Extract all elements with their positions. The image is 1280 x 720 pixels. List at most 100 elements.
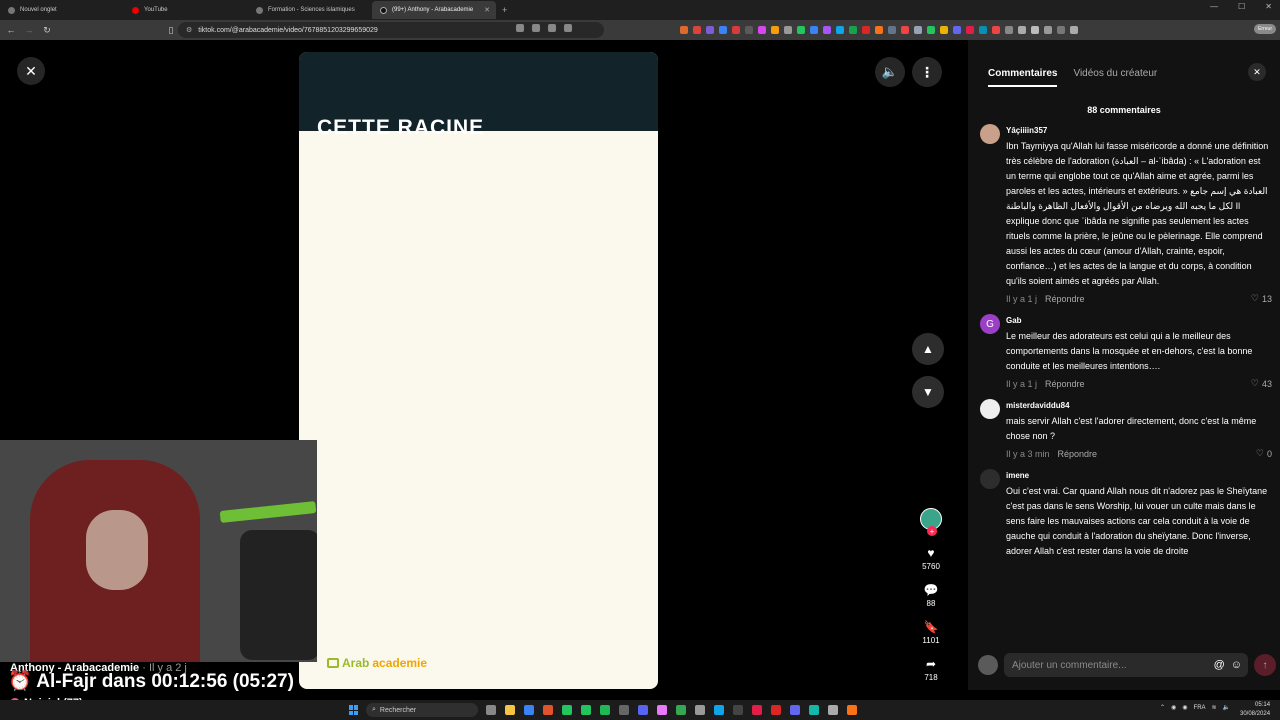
app-icon[interactable] [562,705,572,715]
comment-username[interactable]: misterdaviddu84 [1006,401,1272,410]
close-video-button[interactable]: ✕ [17,57,45,85]
tray-app-icon[interactable]: ◉ [1182,704,1187,711]
site-info-icon[interactable]: ⚙ [186,26,192,34]
avatar[interactable]: G [980,314,1000,334]
previous-video-button[interactable]: ▲ [912,333,944,365]
extension-icon[interactable] [1018,26,1026,34]
tab-comments[interactable]: Commentaires [988,68,1058,87]
close-window-icon[interactable]: ✕ [1265,2,1272,11]
next-video-button[interactable]: ▼ [912,376,944,408]
error-badge[interactable]: Erreur [1254,24,1276,34]
comment-like-button[interactable]: ♡ 13 [1251,293,1272,304]
extension-icon[interactable] [836,26,844,34]
extension-icon[interactable] [1057,26,1065,34]
tab-tiktok[interactable]: (99+) Anthony - Arabacademie ✕ [372,1,496,19]
more-options-button[interactable]: ⋮ [912,57,942,87]
discord-icon[interactable] [638,705,648,715]
app-icon[interactable] [828,705,838,715]
back-icon[interactable]: ← [4,25,18,35]
mention-icon[interactable]: @ [1214,659,1225,671]
comment-like-button[interactable]: ♡ 0 [1256,448,1272,459]
avatar[interactable] [980,124,1000,144]
comment-username[interactable]: Gab [1006,316,1272,325]
comment-username[interactable]: imene [1006,471,1272,480]
avatar[interactable] [980,399,1000,419]
speaker-icon[interactable]: 🔈 [1223,704,1230,711]
maximize-icon[interactable]: ☐ [1238,2,1245,11]
tab-creator-videos[interactable]: Vidéos du créateur [1073,68,1157,87]
app-icon[interactable] [695,705,705,715]
comment-action[interactable]: 💬 88 [924,583,939,608]
extension-icon[interactable] [914,26,922,34]
close-panel-button[interactable]: ✕ [1248,63,1266,81]
comment-like-button[interactable]: ♡ 43 [1251,378,1272,389]
app-icon[interactable] [714,705,724,715]
forward-icon[interactable]: → [22,25,36,35]
extension-icon[interactable] [888,26,896,34]
comment-input[interactable]: Ajouter un commentaire... @ ☺ [1004,653,1248,677]
bookmark-icon[interactable]: ▯ [164,25,178,36]
windows-start-icon[interactable] [349,705,359,715]
app-icon[interactable] [847,705,857,715]
extension-icon[interactable] [1044,26,1052,34]
tab-youtube[interactable]: YouTube [124,1,248,19]
creator-avatar[interactable]: + [920,508,942,536]
extension-icon[interactable] [719,26,727,34]
follow-plus-icon[interactable]: + [927,526,937,536]
tray-app-icon[interactable]: ◉ [1171,704,1176,711]
app-icon[interactable] [790,705,800,715]
taskbar-clock[interactable]: 05:14 30/08/2024 [1240,701,1270,719]
extension-icon[interactable] [823,26,831,34]
extension-icon[interactable] [849,26,857,34]
extension-icon[interactable] [966,26,974,34]
taskbar-search[interactable]: ⌕ Rechercher [366,703,478,717]
comment-username[interactable]: Yâçiiiin357 [1006,126,1272,135]
extension-icon[interactable] [953,26,961,34]
chrome-icon[interactable] [676,705,686,715]
extension-icon[interactable] [992,26,1000,34]
app-icon[interactable] [752,705,762,715]
wifi-icon[interactable]: ≋ [1212,704,1217,711]
volume-button[interactable]: 🔈 [875,57,905,87]
extension-icon[interactable] [680,26,688,34]
tab-new-tab[interactable]: Nouvel onglet [0,1,124,19]
emoji-icon[interactable]: ☺ [1231,659,1242,671]
extension-icon[interactable] [1031,26,1039,34]
new-tab-button[interactable]: + [502,5,507,15]
comments-list[interactable]: Yâçiiiin357 Ibn Taymiyya qu'Allah lui fa… [980,124,1272,640]
video-player[interactable]: CETTE RACINE Arab academie [299,52,658,689]
close-tab-icon[interactable]: ✕ [484,6,490,14]
extension-icon[interactable] [706,26,714,34]
minimize-icon[interactable]: — [1210,2,1218,11]
app-icon[interactable] [809,705,819,715]
spotify-icon[interactable] [600,705,610,715]
extension-icon[interactable] [784,26,792,34]
app-icon[interactable] [657,705,667,715]
extension-icon[interactable] [810,26,818,34]
tab-formation[interactable]: Formation - Sciences islamiques [248,1,372,19]
extension-icon[interactable] [693,26,701,34]
share-action[interactable]: ➦ 718 [924,657,937,682]
extension-icon[interactable] [979,26,987,34]
extension-icon[interactable] [862,26,870,34]
taskview-icon[interactable] [486,705,496,715]
file-explorer-icon[interactable] [505,705,515,715]
save-action[interactable]: 🔖 1101 [922,620,939,645]
reload-icon[interactable]: ↻ [40,25,54,36]
app-icon[interactable] [733,705,743,715]
app-icon[interactable] [524,705,534,715]
extension-icon[interactable] [732,26,740,34]
brave-icon[interactable] [543,705,553,715]
star-icon[interactable] [564,24,572,32]
zoom-icon[interactable] [548,24,556,32]
extension-icon[interactable] [901,26,909,34]
app-icon[interactable] [771,705,781,715]
language-indicator[interactable]: FRA [1194,705,1206,711]
send-comment-button[interactable]: ↑ [1254,654,1276,676]
extension-icon[interactable] [940,26,948,34]
like-action[interactable]: ♥ 5760 [922,546,940,571]
reply-button[interactable]: Répondre [1045,379,1085,389]
extension-icon[interactable] [875,26,883,34]
extension-icon[interactable] [927,26,935,34]
extension-icon[interactable] [771,26,779,34]
